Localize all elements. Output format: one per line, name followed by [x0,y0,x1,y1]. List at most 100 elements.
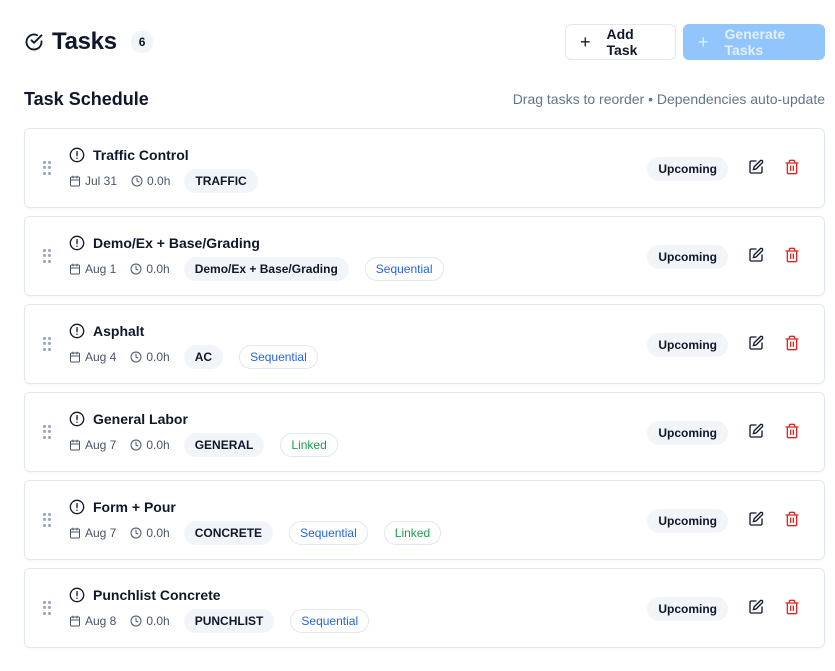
task-card[interactable]: Punchlist Concrete Aug 8 0.0h PUNCHLIST … [24,568,825,648]
alert-circle-icon [69,411,85,427]
task-hours-value: 0.0h [146,350,170,364]
task-date-value: Aug 1 [85,262,117,276]
calendar-icon [70,263,80,275]
task-name: Punchlist Concrete [93,587,221,603]
task-name: Traffic Control [93,147,189,163]
edit-icon[interactable] [748,599,764,615]
task-name: Demo/Ex + Base/Grading [93,235,260,251]
check-circle-icon [24,32,44,52]
task-list: Traffic Control Jul 31 0.0h TRAFFIC Upco… [24,128,825,656]
linked-tag: Linked [280,433,338,457]
add-task-button[interactable]: + Add Task [565,24,676,60]
clock-icon [130,263,142,275]
page-title: Tasks [52,28,117,55]
edit-icon[interactable] [748,423,764,439]
section-title: Task Schedule [24,88,149,109]
trash-icon[interactable] [784,599,800,615]
task-meta-row: Aug 1 0.0h Demo/Ex + Base/Grading Sequen… [69,257,460,281]
sequential-tag: Sequential [289,521,368,545]
calendar-icon [70,615,80,627]
drag-handle-icon[interactable] [43,513,51,527]
task-date: Jul 31 [69,174,117,188]
task-title-row: Form + Pour [69,499,176,515]
category-chip: TRAFFIC [184,169,258,193]
status-badge: Upcoming [647,597,728,621]
task-card[interactable]: Traffic Control Jul 31 0.0h TRAFFIC Upco… [24,128,825,208]
task-title-row: Traffic Control [69,147,189,163]
task-meta-row: Aug 7 0.0h CONCRETE Sequential Linked [69,521,457,545]
task-hours-value: 0.0h [146,262,170,276]
drag-handle-icon[interactable] [43,249,51,263]
trash-icon[interactable] [784,423,800,439]
calendar-icon [70,439,80,451]
task-meta-row: Aug 4 0.0h AC Sequential [69,345,334,369]
section-header: Task Schedule Drag tasks to reorder • De… [24,88,825,110]
edit-icon[interactable] [748,159,764,175]
task-title-row: Demo/Ex + Base/Grading [69,235,260,251]
alert-circle-icon [69,323,85,339]
title-group: Tasks 6 [24,28,154,56]
task-name: Form + Pour [93,499,176,515]
category-chip: AC [183,345,224,369]
generate-tasks-label: Generate Tasks [724,26,786,58]
generate-tasks-button[interactable]: + Generate Tasks [683,24,825,60]
task-date: Aug 7 [69,526,116,540]
category-chip: CONCRETE [183,521,274,545]
category-chip: Demo/Ex + Base/Grading [183,257,349,281]
task-date-value: Aug 7 [85,438,117,452]
clock-icon [131,175,143,187]
category-chip: PUNCHLIST [183,609,275,633]
clock-icon [130,527,142,539]
edit-icon[interactable] [748,511,764,527]
task-meta-row: Jul 31 0.0h TRAFFIC [69,169,274,193]
task-meta-row: Aug 8 0.0h PUNCHLIST Sequential [69,609,385,633]
status-badge: Upcoming [647,333,728,357]
task-date: Aug 7 [69,438,116,452]
task-meta-row: Aug 7 0.0h GENERAL Linked [69,433,354,457]
task-card[interactable]: Asphalt Aug 4 0.0h AC Sequential Upcomin… [24,304,825,384]
task-date: Aug 1 [69,262,116,276]
sequential-tag: Sequential [364,257,444,281]
task-title-row: Punchlist Concrete [69,587,221,603]
task-card[interactable]: General Labor Aug 7 0.0h GENERAL Linked … [24,392,825,472]
drag-handle-icon[interactable] [43,161,51,175]
trash-icon[interactable] [784,247,800,263]
calendar-icon [70,351,80,363]
drag-handle-icon[interactable] [43,337,51,351]
sequential-tag: Sequential [239,345,318,369]
status-badge: Upcoming [647,157,728,181]
edit-icon[interactable] [748,247,764,263]
trash-icon[interactable] [784,511,800,527]
category-chip: GENERAL [183,433,265,457]
task-name: General Labor [93,411,188,427]
calendar-icon [70,175,80,187]
task-hours: 0.0h [130,526,170,540]
header-actions: + Add Task + Generate Tasks [565,24,825,60]
alert-circle-icon [69,147,85,163]
edit-icon[interactable] [748,335,764,351]
task-hours-value: 0.0h [146,438,170,452]
calendar-icon [70,527,80,539]
task-hours: 0.0h [130,350,170,364]
drag-handle-icon[interactable] [43,425,51,439]
alert-circle-icon [69,499,85,515]
linked-tag: Linked [383,521,442,545]
task-hours: 0.0h [130,614,170,628]
task-date-value: Aug 8 [85,614,117,628]
drag-handle-icon[interactable] [43,601,51,615]
plus-icon: + [580,32,591,52]
task-title-row: Asphalt [69,323,144,339]
task-date: Aug 8 [69,614,116,628]
task-hours: 0.0h [131,174,170,188]
task-card[interactable]: Demo/Ex + Base/Grading Aug 1 0.0h Demo/E… [24,216,825,296]
trash-icon[interactable] [784,335,800,351]
task-date: Aug 4 [69,350,116,364]
task-date-value: Aug 4 [85,350,117,364]
task-title-row: General Labor [69,411,188,427]
sequential-tag: Sequential [290,609,370,633]
task-card[interactable]: Form + Pour Aug 7 0.0h CONCRETE Sequenti… [24,480,825,560]
task-hours-value: 0.0h [146,526,170,540]
add-task-label: Add Task [606,26,638,58]
clock-icon [130,615,142,627]
trash-icon[interactable] [784,159,800,175]
